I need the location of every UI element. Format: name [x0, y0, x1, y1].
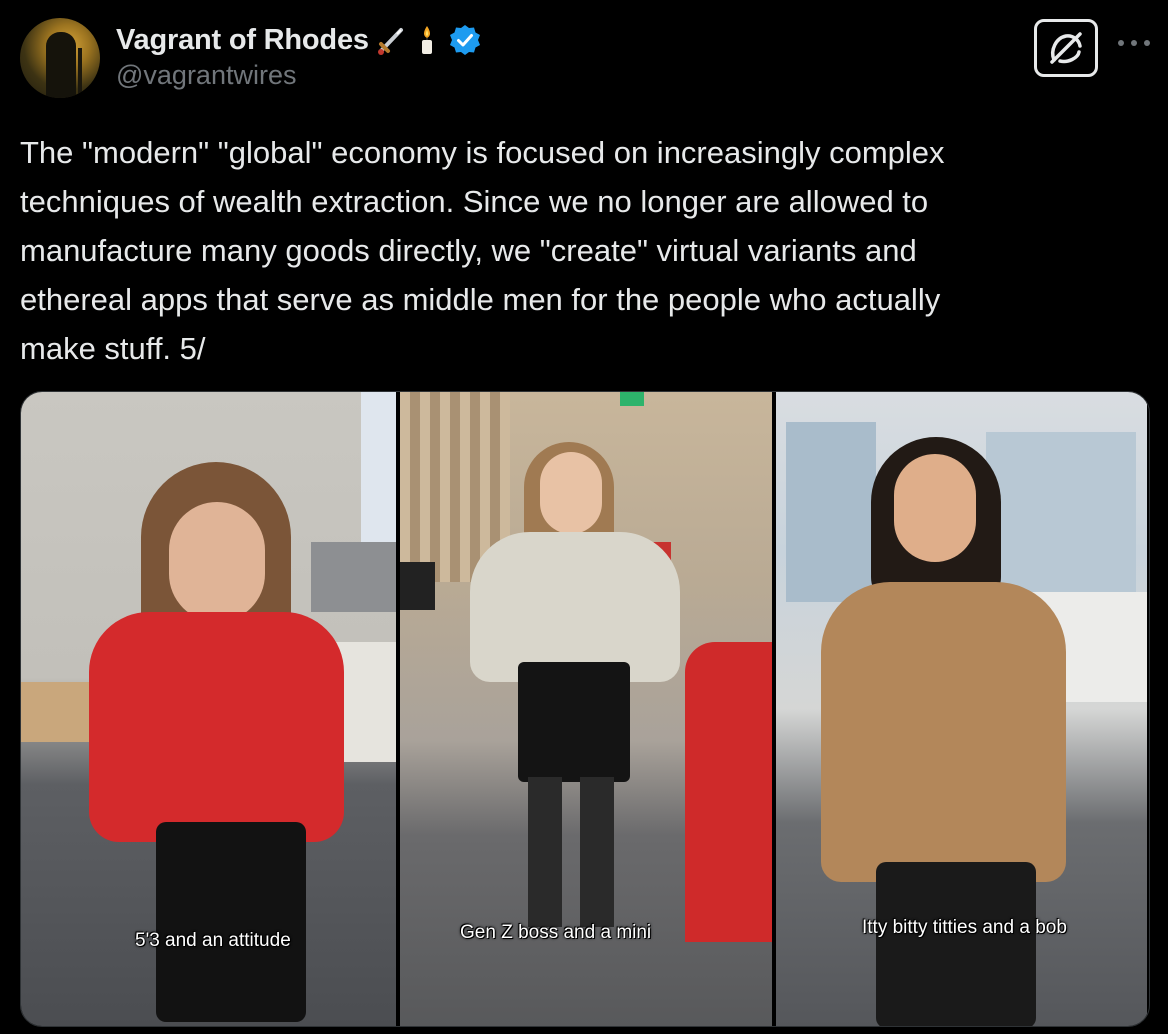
sword-emoji-icon — [377, 28, 403, 55]
media-panel-3[interactable]: Itty bitty titties and a bob — [776, 392, 1147, 1026]
grok-button[interactable] — [1034, 19, 1098, 77]
candle-emoji-icon — [421, 26, 432, 54]
media-caption-2: Gen Z boss and a mini — [460, 922, 652, 943]
slashed-square-icon — [1050, 32, 1082, 64]
more-options-button[interactable] — [1116, 28, 1152, 58]
media-grid[interactable]: 5'3 and an attitude Gen Z boss and a min… — [20, 391, 1150, 1027]
media-caption-1: 5'3 and an attitude — [135, 930, 291, 951]
display-name[interactable]: Vagrant of Rhodes — [116, 24, 369, 57]
verified-badge-icon[interactable] — [449, 24, 481, 56]
more-dots-icon — [1118, 40, 1150, 46]
media-panel-2[interactable]: Gen Z boss and a mini — [400, 392, 772, 1026]
media-panel-1[interactable]: 5'3 and an attitude — [21, 392, 396, 1026]
tweet: Vagrant of Rhodes @vagrantwires The "mod… — [0, 0, 1168, 1034]
tweet-text: The "modern" "global" economy is focused… — [20, 135, 945, 366]
author-name-row: Vagrant of Rhodes — [116, 22, 481, 58]
media-caption-3: Itty bitty titties and a bob — [862, 917, 1067, 938]
author-handle[interactable]: @vagrantwires — [116, 60, 296, 91]
avatar[interactable] — [20, 18, 100, 98]
